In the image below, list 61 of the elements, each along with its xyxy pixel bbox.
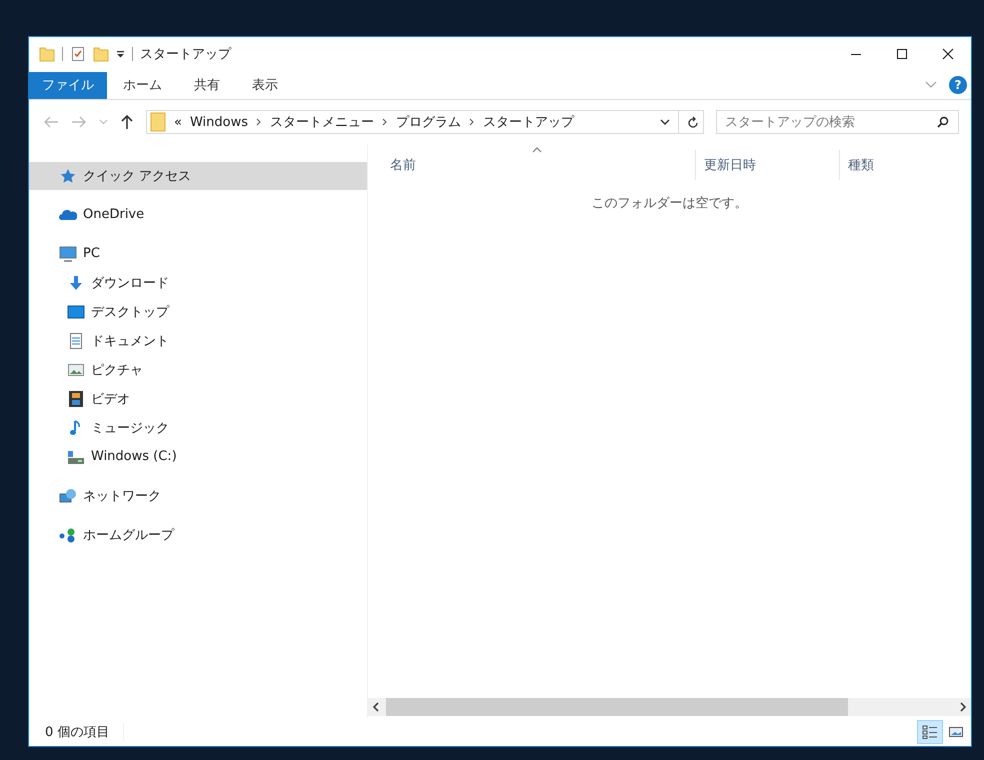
scroll-left-icon[interactable] [372, 702, 380, 712]
chevron-icon[interactable] [256, 118, 262, 126]
picture-icon [67, 362, 85, 378]
sidebar-item[interactable]: ネットワーク [29, 481, 367, 510]
help-button[interactable]: ? [949, 76, 967, 94]
folder-icon [150, 112, 166, 132]
chevron-icon[interactable] [382, 118, 388, 126]
drive-icon [67, 448, 85, 464]
sidebar-item[interactable]: OneDrive [29, 200, 367, 229]
horizontal-scrollbar[interactable] [368, 698, 971, 716]
chevron-icon[interactable] [469, 118, 475, 126]
breadcrumb[interactable]: スタートアップ [483, 113, 574, 131]
refresh-icon[interactable] [687, 116, 699, 128]
sidebar-item[interactable]: ミュージック [29, 413, 367, 442]
network-icon [59, 488, 77, 504]
download-icon [67, 274, 85, 290]
sidebar-item[interactable]: ダウンロード [29, 268, 367, 297]
dropdown-icon[interactable] [116, 50, 125, 58]
breadcrumb[interactable]: スタートメニュー [270, 113, 374, 131]
details-view-button[interactable] [917, 720, 943, 744]
sidebar-item[interactable]: ドキュメント [29, 326, 367, 355]
address-bar[interactable]: « Windows スタートメニュー プログラム スタートアップ [146, 110, 704, 134]
breadcrumb[interactable]: プログラム [396, 113, 461, 131]
large-icons-view-icon [948, 725, 964, 739]
sidebar-item[interactable]: Windows (C:) [29, 442, 367, 471]
sidebar-item[interactable]: デスクトップ [29, 297, 367, 326]
empty-folder-message: このフォルダーは空です。 [592, 196, 748, 211]
expand-ribbon-icon[interactable] [925, 81, 937, 89]
history-caret-icon[interactable] [660, 118, 670, 126]
video-icon [67, 390, 85, 406]
folder-icon [39, 46, 55, 62]
scroll-right-icon[interactable] [959, 702, 967, 712]
maximize-icon[interactable] [896, 48, 908, 60]
document-icon [67, 332, 85, 348]
properties-icon[interactable] [70, 46, 86, 62]
column-header[interactable]: 種類 [840, 150, 971, 180]
homegroup-icon [59, 526, 77, 542]
sidebar-item[interactable]: PC [29, 239, 367, 268]
overflow-chevron[interactable]: « [174, 114, 182, 130]
sidebar-item[interactable]: ホームグループ [29, 520, 367, 549]
desktop-icon [67, 304, 85, 320]
close-icon[interactable] [942, 48, 954, 60]
sidebar-item[interactable]: クイック アクセス [29, 162, 367, 190]
sidebar-item[interactable]: ピクチャ [29, 355, 367, 384]
up-arrow-icon[interactable] [120, 114, 134, 130]
ribbon-tab[interactable]: 表示 [236, 72, 294, 98]
column-header[interactable]: 名前 [368, 150, 696, 180]
star-icon [59, 168, 77, 184]
ribbon-tab[interactable]: ファイル [29, 72, 107, 98]
window-title: スタートアップ [140, 46, 231, 63]
item-count: 0 個の項目 [45, 723, 124, 741]
breadcrumb[interactable]: Windows [190, 114, 248, 130]
search-icon[interactable] [937, 116, 949, 128]
details-view-icon [922, 725, 938, 739]
pc-icon [59, 246, 77, 262]
search-field[interactable]: スタートアップの検索 [716, 110, 959, 134]
sort-caret-icon [532, 147, 542, 153]
ribbon-tab[interactable]: ホーム [107, 72, 178, 98]
ribbon-tab[interactable]: 共有 [178, 72, 236, 98]
sidebar-item[interactable]: ビデオ [29, 384, 367, 413]
column-header[interactable]: 更新日時 [696, 150, 840, 180]
